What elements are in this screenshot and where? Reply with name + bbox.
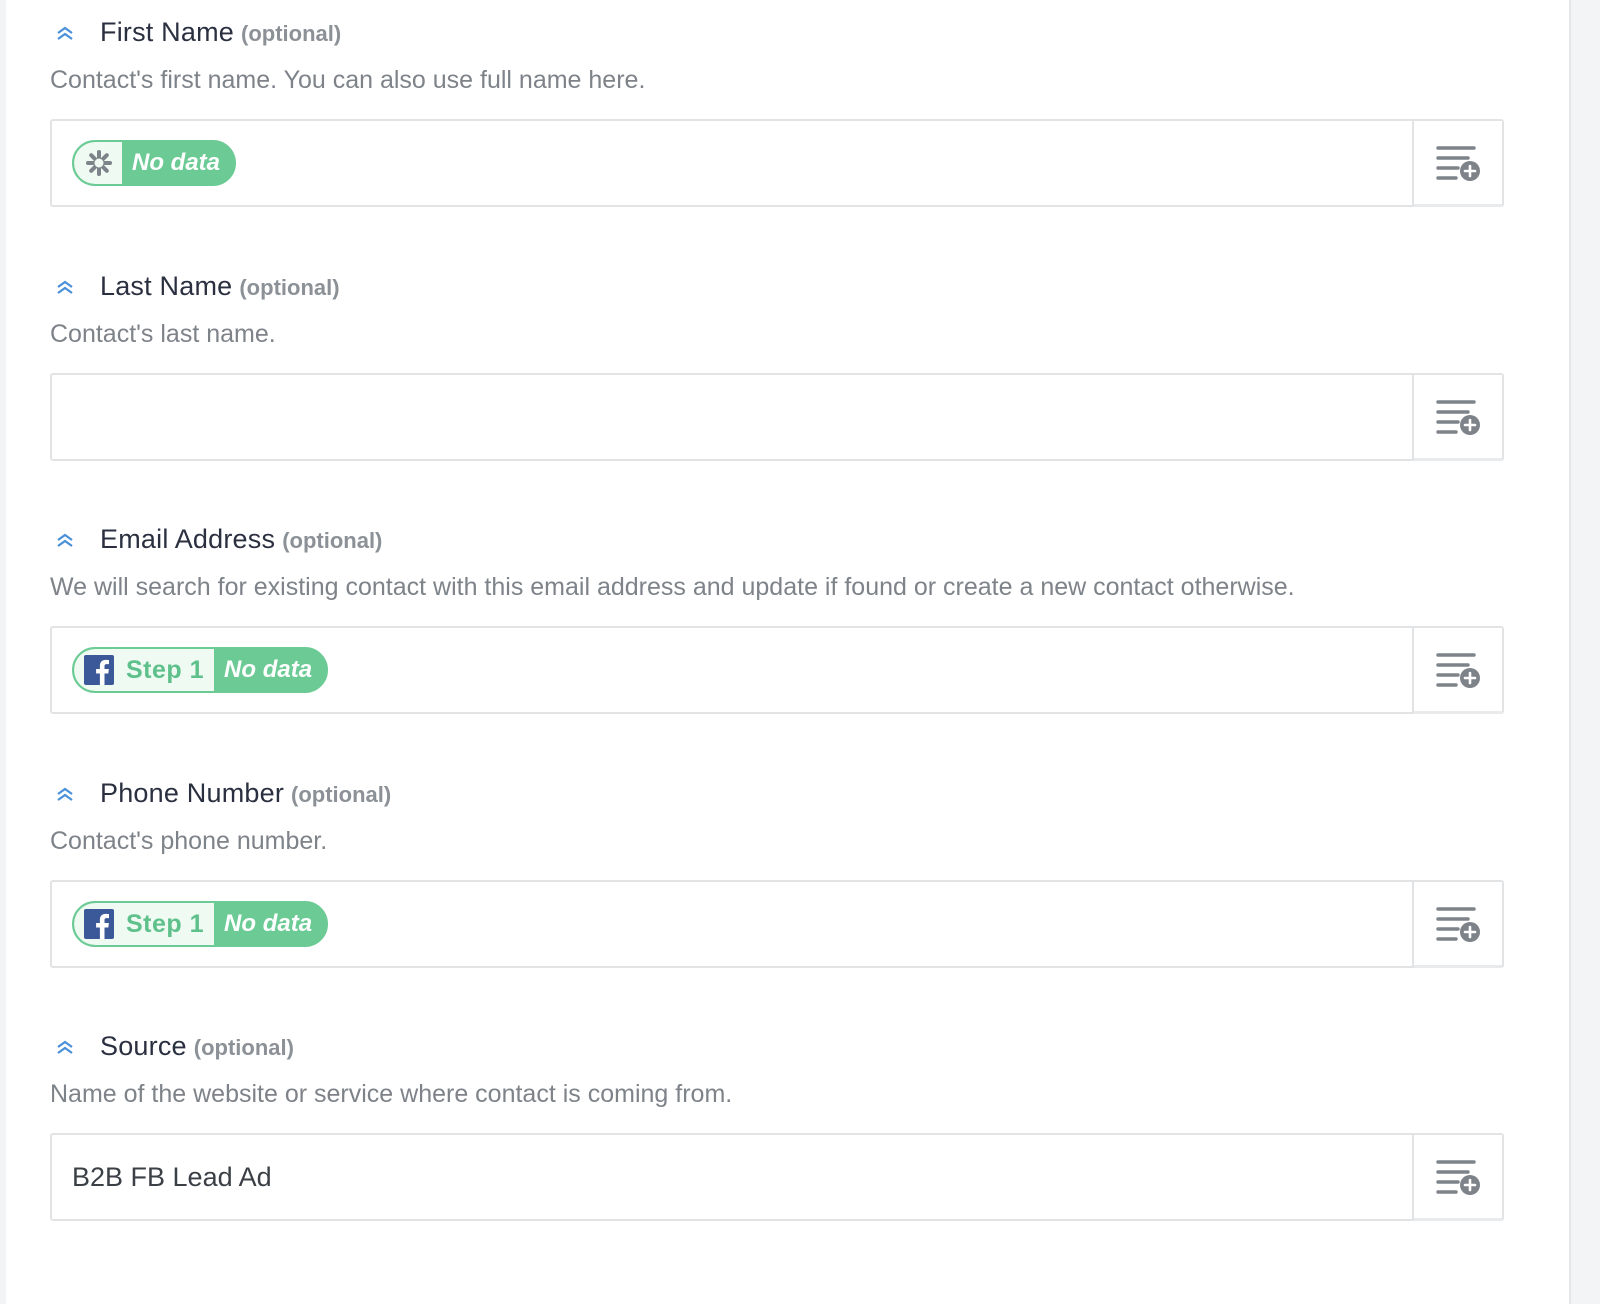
field-help-text: Contact's phone number. xyxy=(50,827,328,855)
double-chevron-up-icon[interactable] xyxy=(54,277,76,299)
list-add-icon xyxy=(1436,1160,1480,1195)
pill-app-section xyxy=(74,142,122,184)
data-pill[interactable]: Step 1 No data xyxy=(72,647,329,693)
source-input[interactable]: B2B FB Lead Ad xyxy=(50,1133,1504,1221)
insert-field-button[interactable] xyxy=(1412,121,1502,207)
pill-app-section: Step 1 xyxy=(74,903,215,945)
phone-number-input[interactable]: Step 1 No data xyxy=(50,880,1504,968)
field-label: Phone Number xyxy=(100,778,285,808)
optional-tag: (optional) xyxy=(239,275,340,300)
pill-step-label: Step 1 xyxy=(126,655,205,684)
field-header: Source (optional) xyxy=(50,1031,1506,1071)
insert-field-button[interactable] xyxy=(1412,882,1502,968)
field-header: Last Name (optional) xyxy=(50,271,1506,311)
list-add-icon xyxy=(1436,907,1480,942)
input-area[interactable]: No data xyxy=(52,121,1414,205)
list-add-icon xyxy=(1436,653,1480,688)
optional-tag: (optional) xyxy=(291,782,392,807)
facebook-icon xyxy=(84,909,114,939)
field-phone-number: Phone Number (optional) Contact's phone … xyxy=(50,778,1506,968)
field-help-text: Contact's first name. You can also use f… xyxy=(50,66,646,94)
list-add-icon xyxy=(1436,146,1480,181)
optional-tag: (optional) xyxy=(241,21,342,46)
field-email-address: Email Address (optional) We will search … xyxy=(50,524,1506,714)
optional-tag: (optional) xyxy=(193,1035,294,1060)
zapier-asterisk-icon xyxy=(86,150,112,176)
input-area[interactable]: Step 1 No data xyxy=(52,628,1414,712)
field-source: Source (optional) Name of the website or… xyxy=(50,1031,1506,1221)
form-panel: First Name (optional) Contact's first na… xyxy=(6,0,1571,1304)
field-first-name: First Name (optional) Contact's first na… xyxy=(50,17,1506,207)
double-chevron-up-icon[interactable] xyxy=(54,530,76,552)
insert-field-button[interactable] xyxy=(1412,1135,1502,1221)
insert-field-button[interactable] xyxy=(1412,375,1502,461)
first-name-input[interactable]: No data xyxy=(50,119,1504,207)
pill-status: No data xyxy=(224,910,313,937)
pill-status: No data xyxy=(224,656,313,683)
double-chevron-up-icon[interactable] xyxy=(54,23,76,45)
input-area[interactable] xyxy=(52,375,1414,459)
optional-tag: (optional) xyxy=(282,528,383,553)
field-label: First Name xyxy=(100,17,235,47)
input-area[interactable]: B2B FB Lead Ad xyxy=(52,1135,1414,1219)
data-pill[interactable]: No data xyxy=(72,140,237,186)
field-label: Source xyxy=(100,1031,187,1061)
insert-field-button[interactable] xyxy=(1412,628,1502,714)
input-value: B2B FB Lead Ad xyxy=(72,1161,272,1192)
field-label: Last Name xyxy=(100,271,233,301)
pill-app-section: Step 1 xyxy=(74,649,215,691)
field-help-text: We will search for existing contact with… xyxy=(50,573,1295,601)
list-add-icon xyxy=(1436,400,1480,435)
field-label: Email Address xyxy=(100,524,276,554)
input-area[interactable]: Step 1 No data xyxy=(52,882,1414,966)
facebook-icon xyxy=(84,655,114,685)
pill-step-label: Step 1 xyxy=(126,909,205,938)
field-last-name: Last Name (optional) Contact's last name… xyxy=(50,271,1506,461)
double-chevron-up-icon[interactable] xyxy=(54,1037,76,1059)
data-pill[interactable]: Step 1 No data xyxy=(72,901,329,947)
field-header: Phone Number (optional) xyxy=(50,778,1506,818)
field-header: First Name (optional) xyxy=(50,17,1506,57)
last-name-input[interactable] xyxy=(50,373,1504,461)
email-address-input[interactable]: Step 1 No data xyxy=(50,626,1504,714)
field-header: Email Address (optional) xyxy=(50,524,1506,564)
double-chevron-up-icon[interactable] xyxy=(54,784,76,806)
field-help-text: Contact's last name. xyxy=(50,320,276,348)
field-help-text: Name of the website or service where con… xyxy=(50,1080,733,1108)
pill-status: No data xyxy=(132,149,221,176)
